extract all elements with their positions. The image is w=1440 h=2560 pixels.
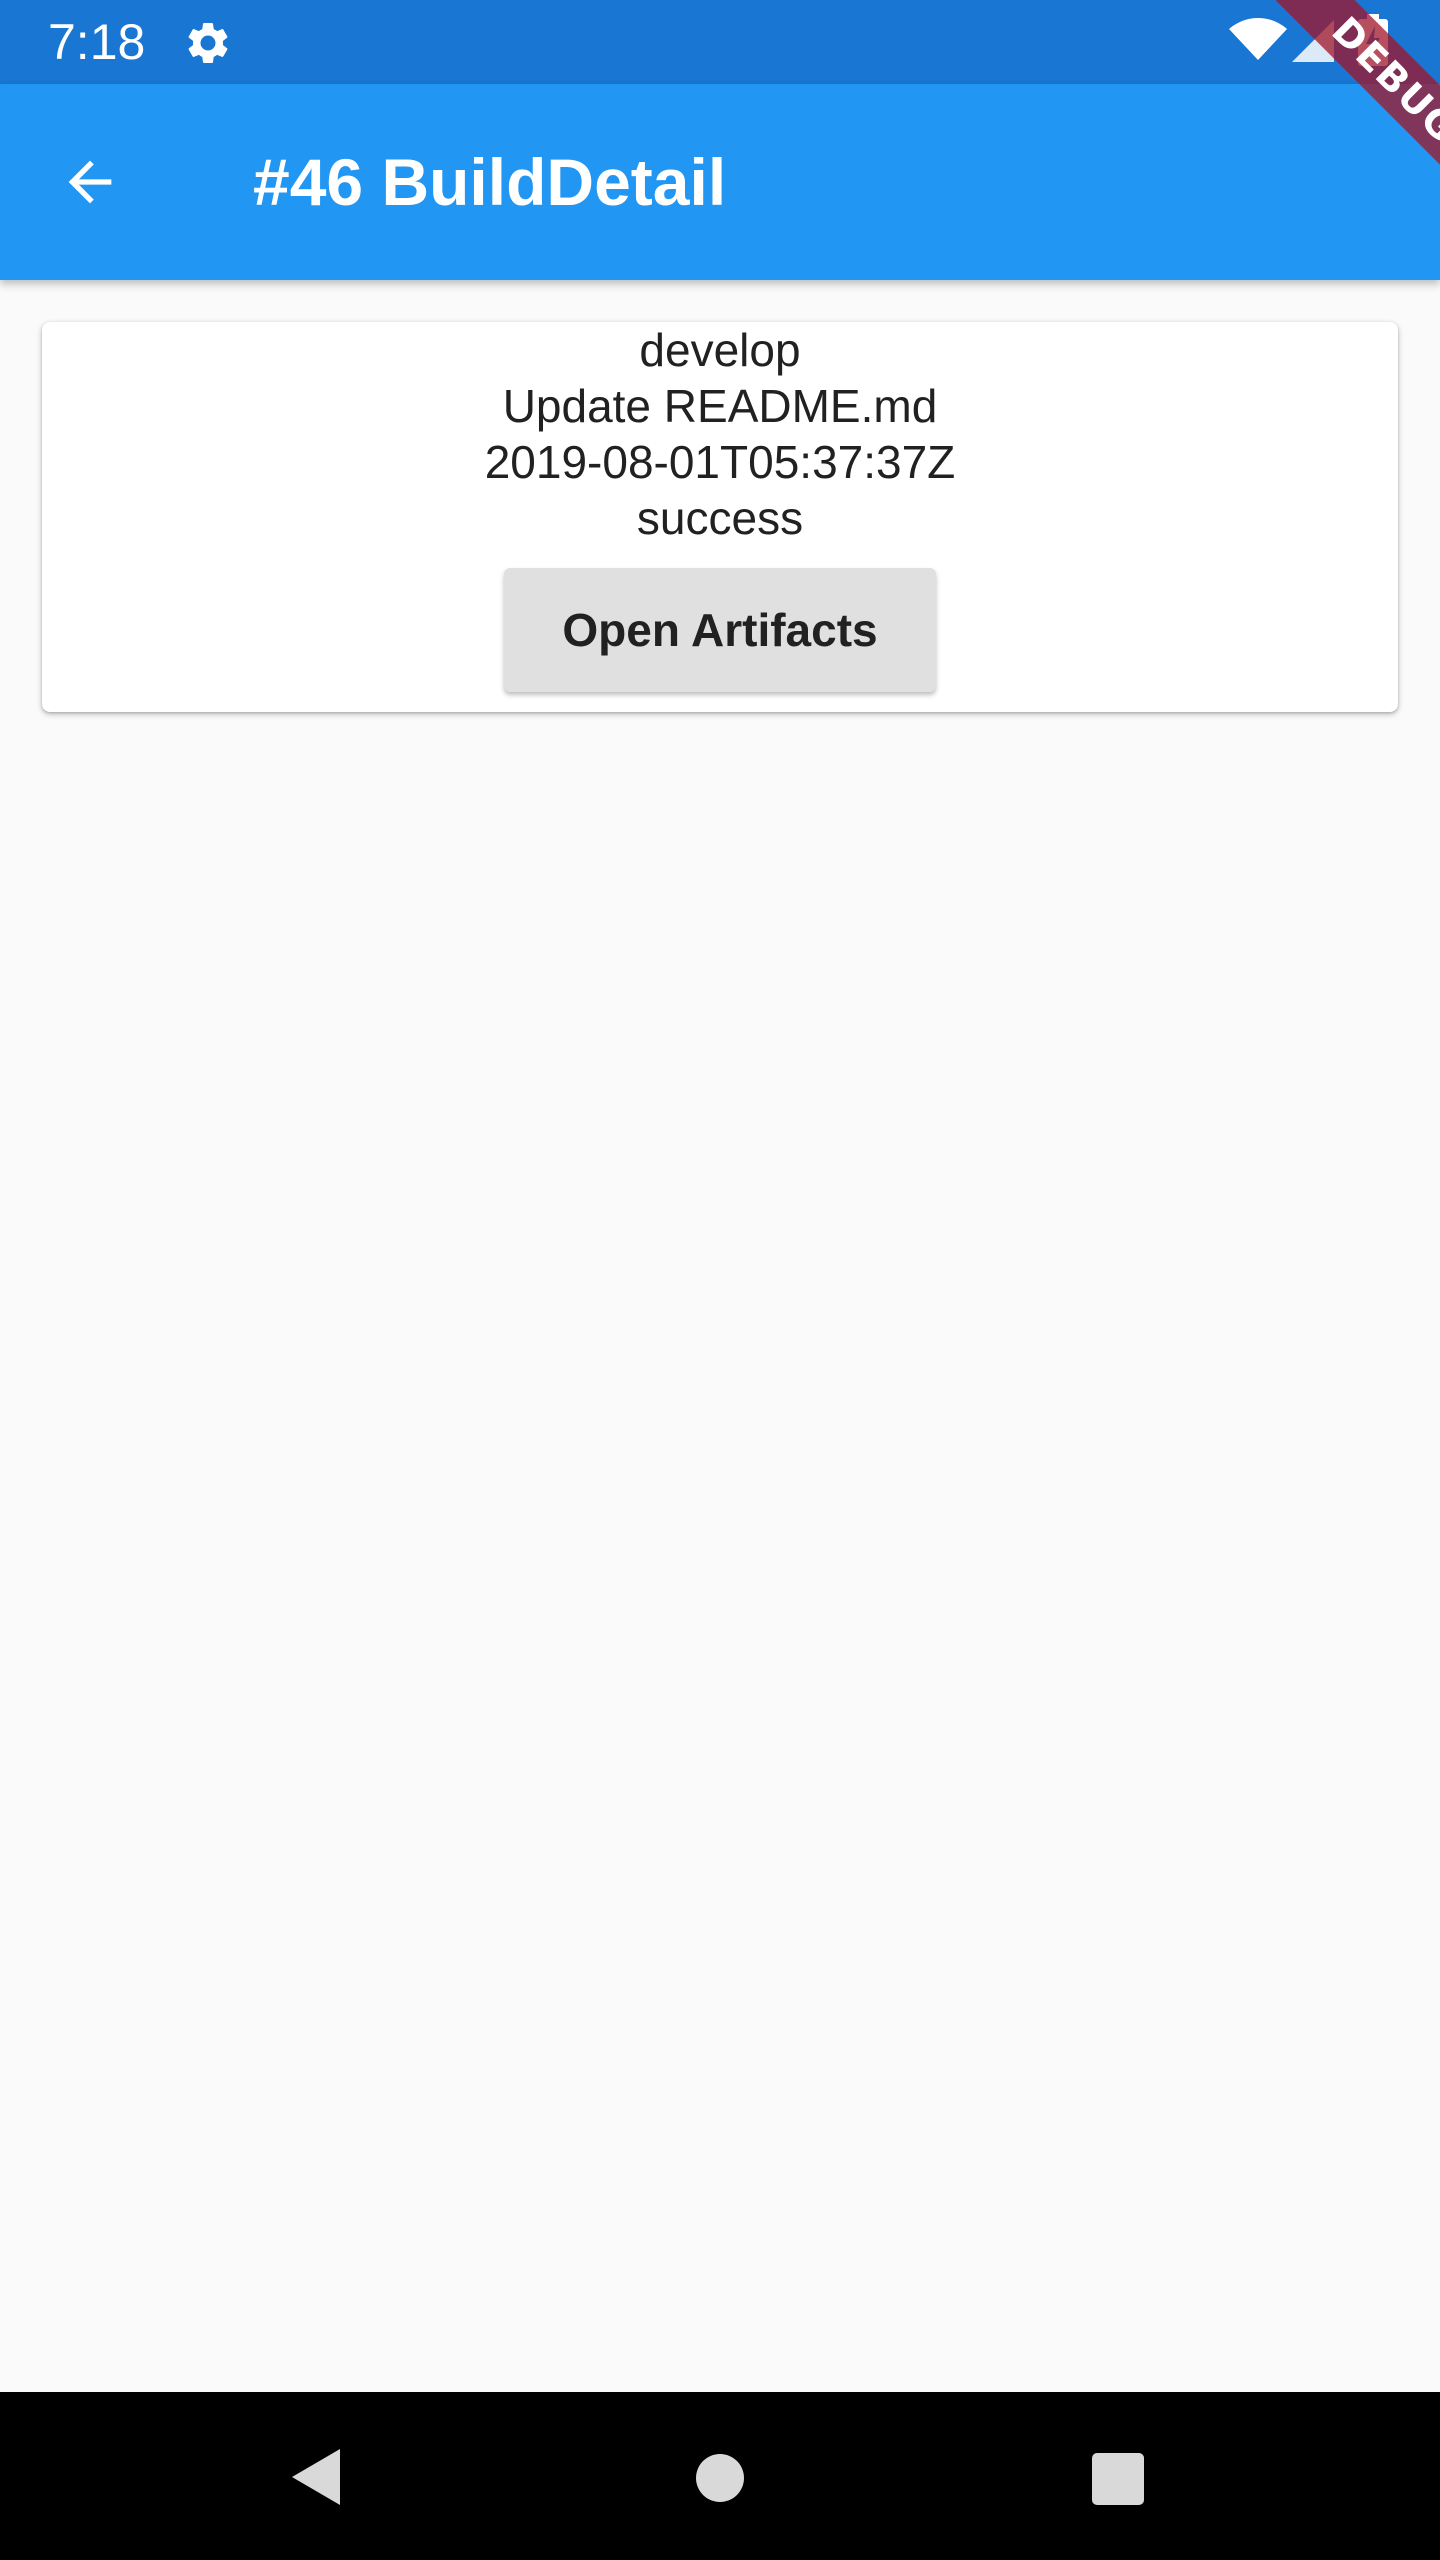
build-branch: develop [639,324,801,376]
nav-recents-icon[interactable] [1091,2452,1145,2506]
status-bar: 7:18 [0,0,1440,84]
nav-back-icon[interactable] [288,2446,344,2508]
open-artifacts-button[interactable]: Open Artifacts [504,568,936,692]
app-bar: #46 BuildDetail [0,84,1440,280]
status-time: 7:18 [48,14,146,70]
arrow-back-icon [68,160,112,204]
build-commit-message: Update README.md [502,380,938,432]
wifi-icon [1228,16,1288,64]
build-detail-card: develop Update README.md 2019-08-01T05:3… [42,322,1398,712]
build-date: 2019-08-01T05:37:37Z [484,436,956,488]
build-status: success [636,492,804,544]
back-button[interactable] [50,142,130,222]
gear-icon [183,18,233,68]
page-title: #46 BuildDetail [253,145,727,219]
system-nav-bar [0,2392,1440,2560]
nav-home-icon[interactable] [694,2452,746,2504]
screen: 7:18 DEBUG #46 BuildDetail develop Updat… [0,0,1440,2560]
